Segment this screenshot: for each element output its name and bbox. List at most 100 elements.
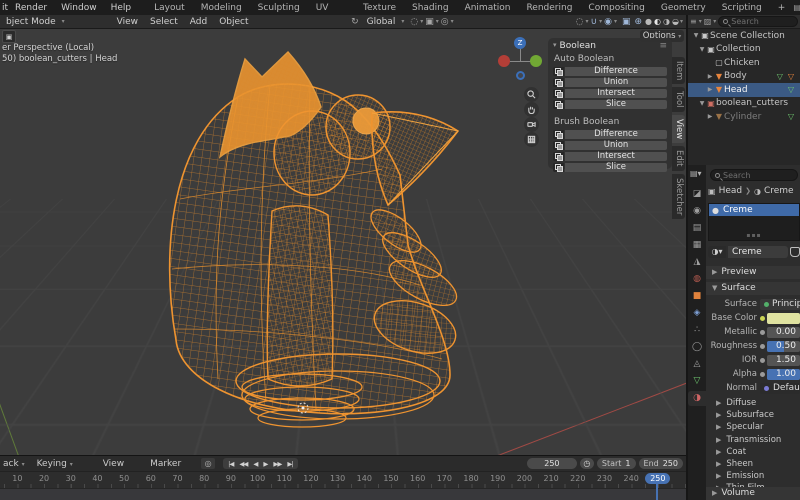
outliner-row-chicken[interactable]: ▢ Chicken — [688, 56, 800, 70]
boolean-op-button[interactable]: Union — [565, 78, 667, 87]
preview-panel-header[interactable]: ▶Preview — [706, 266, 800, 279]
outliner-row-boolean-cutters[interactable]: ▼▣ boolean_cutters — [688, 97, 800, 111]
properties-tab[interactable]: ◈ — [688, 306, 706, 321]
navigation-gizmo[interactable]: Z — [496, 37, 546, 85]
subpanel-header[interactable]: ▶Emission — [716, 470, 800, 482]
pivot-icon[interactable]: ◌ — [574, 17, 586, 27]
timeline-track-area[interactable] — [0, 488, 686, 500]
filter-icon[interactable]: ▨ — [704, 17, 712, 26]
stopwatch-icon[interactable]: ◷ — [580, 458, 594, 469]
timeline-view-menu[interactable]: View — [97, 459, 130, 469]
fake-user-shield-icon[interactable] — [790, 247, 800, 257]
material-slot-list[interactable]: ● Creme ▪▪▪ — [708, 203, 800, 241]
viewport-menu-item[interactable]: Select — [144, 17, 184, 27]
roughness-slider[interactable]: 0.50 — [767, 341, 800, 352]
transport-button[interactable]: ▶| — [284, 460, 295, 468]
shading-solid-icon[interactable]: ◐ — [653, 17, 662, 26]
workspace-tab[interactable]: Modeling — [193, 0, 250, 15]
workspace-tab[interactable]: Sculpting — [250, 0, 308, 15]
list-resize-grip[interactable]: ▪▪▪ — [746, 232, 761, 239]
animate-decorator-icon[interactable] — [760, 330, 765, 335]
show-gizmo-icon[interactable]: ▣ — [620, 17, 633, 27]
proportional-falloff-icon[interactable]: ◎ — [439, 17, 451, 27]
outliner-row-body[interactable]: ▶▼ Body ▽▽ — [688, 70, 800, 84]
material-slot[interactable]: ● Creme — [709, 204, 799, 216]
subpanel-header[interactable]: ▶Specular — [716, 421, 800, 433]
active-tool-button[interactable]: ▣ — [2, 30, 16, 43]
screen-layout-icon[interactable]: ▤ — [793, 3, 800, 12]
current-frame-field[interactable]: 250 — [527, 458, 577, 469]
gizmo-z-axis[interactable]: Z — [514, 37, 526, 49]
auto-keying-icon[interactable]: ◎ — [201, 458, 215, 469]
properties-tab[interactable]: ■ — [688, 289, 706, 304]
camera-view-button[interactable] — [524, 117, 539, 132]
properties-tab[interactable]: ∴ — [688, 323, 706, 338]
workspace-tab[interactable]: Rendering — [518, 0, 580, 15]
subpanel-header[interactable]: ▶Coat — [716, 446, 800, 458]
properties-tab[interactable]: ◪ — [688, 187, 706, 202]
frame-end-field[interactable]: End250 — [639, 458, 683, 469]
workspace-tab[interactable]: UV Editing — [308, 0, 355, 15]
subpanel-header[interactable]: ▶Transmission — [716, 434, 800, 446]
gizmo-x-axis[interactable] — [498, 55, 510, 67]
workspace-tab[interactable]: Shading — [404, 0, 457, 15]
normal-input[interactable]: Default — [760, 383, 800, 394]
viewport-menu-item[interactable]: View — [111, 17, 144, 27]
shading-wireframe-icon[interactable]: ● — [644, 17, 653, 26]
display-mode-icon[interactable]: ≡ — [690, 17, 697, 26]
boolean-op-button[interactable]: Slice — [565, 100, 667, 109]
sidebar-tab[interactable]: Item — [672, 57, 685, 84]
transport-button[interactable]: ▶▶ — [270, 460, 284, 468]
topbar-menu-item[interactable]: Render — [8, 3, 54, 13]
workspace-tab[interactable]: Texture Paint — [355, 0, 404, 15]
snap-magnet-icon[interactable]: ∪ — [589, 17, 600, 27]
outliner-search-input[interactable] — [731, 17, 793, 26]
overlays-icon[interactable]: ⊕ — [633, 17, 645, 27]
properties-tab[interactable]: ◍ — [688, 272, 706, 287]
workspace-tab[interactable]: Compositing — [580, 0, 652, 15]
subpanel-header[interactable]: ▶Sheen — [716, 458, 800, 470]
transport-button[interactable]: ▶ — [260, 460, 270, 468]
boolean-op-button[interactable]: Intersect — [565, 152, 667, 161]
boolean-op-button[interactable]: Difference — [565, 67, 667, 76]
topbar-menu-item[interactable]: Window — [54, 3, 104, 13]
sidebar-tab[interactable]: Edit — [672, 146, 685, 170]
boolean-panel-header[interactable]: ▾ Boolean ≡ — [553, 41, 667, 51]
boolean-op-button[interactable]: Union — [565, 141, 667, 150]
properties-tab[interactable]: ◮ — [688, 255, 706, 270]
workspace-tab[interactable]: + — [770, 0, 794, 15]
metallic-slider[interactable]: 0.00 — [767, 327, 800, 338]
properties-tab[interactable]: ◑ — [688, 391, 706, 406]
chicken-wireframe-mesh[interactable] — [120, 49, 480, 449]
pivot-point-icon[interactable]: ◌ — [408, 17, 420, 27]
browse-material-icon[interactable]: ◑▾ — [708, 246, 726, 258]
subpanel-header[interactable]: ▶Diffuse — [716, 397, 800, 409]
transport-button[interactable]: ◀ — [250, 460, 260, 468]
properties-tab[interactable]: ▽ — [688, 374, 706, 389]
properties-tab[interactable]: ▤ — [688, 221, 706, 236]
transport-button[interactable]: ◀◀ — [236, 460, 250, 468]
playhead[interactable] — [656, 484, 658, 500]
properties-tab[interactable]: ▦ — [688, 238, 706, 253]
workspace-tab[interactable]: Animation — [457, 0, 519, 15]
animate-decorator-icon[interactable] — [760, 358, 765, 363]
transport-button[interactable]: |◀ — [225, 460, 236, 468]
marker-menu[interactable]: Marker — [144, 459, 187, 469]
sidebar-tab[interactable]: Tool — [672, 87, 685, 112]
shader-select-button[interactable]: Principled B — [760, 299, 800, 310]
editor-type-icon[interactable]: ▤▾ — [690, 169, 702, 178]
properties-tab[interactable]: ◉ — [688, 204, 706, 219]
timeline-ruler[interactable]: 1020304050607080901001101201301401501601… — [0, 471, 686, 488]
keying-menu[interactable]: Keying ▾ — [31, 459, 79, 469]
ior-slider[interactable]: 1.50 — [767, 355, 800, 366]
surface-panel-header[interactable]: ▼Surface — [706, 282, 800, 295]
properties-tab[interactable]: ◯ — [688, 340, 706, 355]
sidebar-tab[interactable]: View — [672, 115, 685, 143]
workspace-tab[interactable]: Scripting — [714, 0, 770, 15]
workspace-tab[interactable]: Layout — [146, 0, 193, 15]
menu-edit-clipped[interactable]: it — [0, 3, 8, 13]
frame-start-field[interactable]: Start1 — [597, 458, 636, 469]
zoom-button[interactable] — [524, 87, 539, 102]
shading-rendered-icon[interactable]: ◒ — [671, 17, 680, 26]
gizmo-minus-z-axis[interactable] — [516, 71, 525, 80]
